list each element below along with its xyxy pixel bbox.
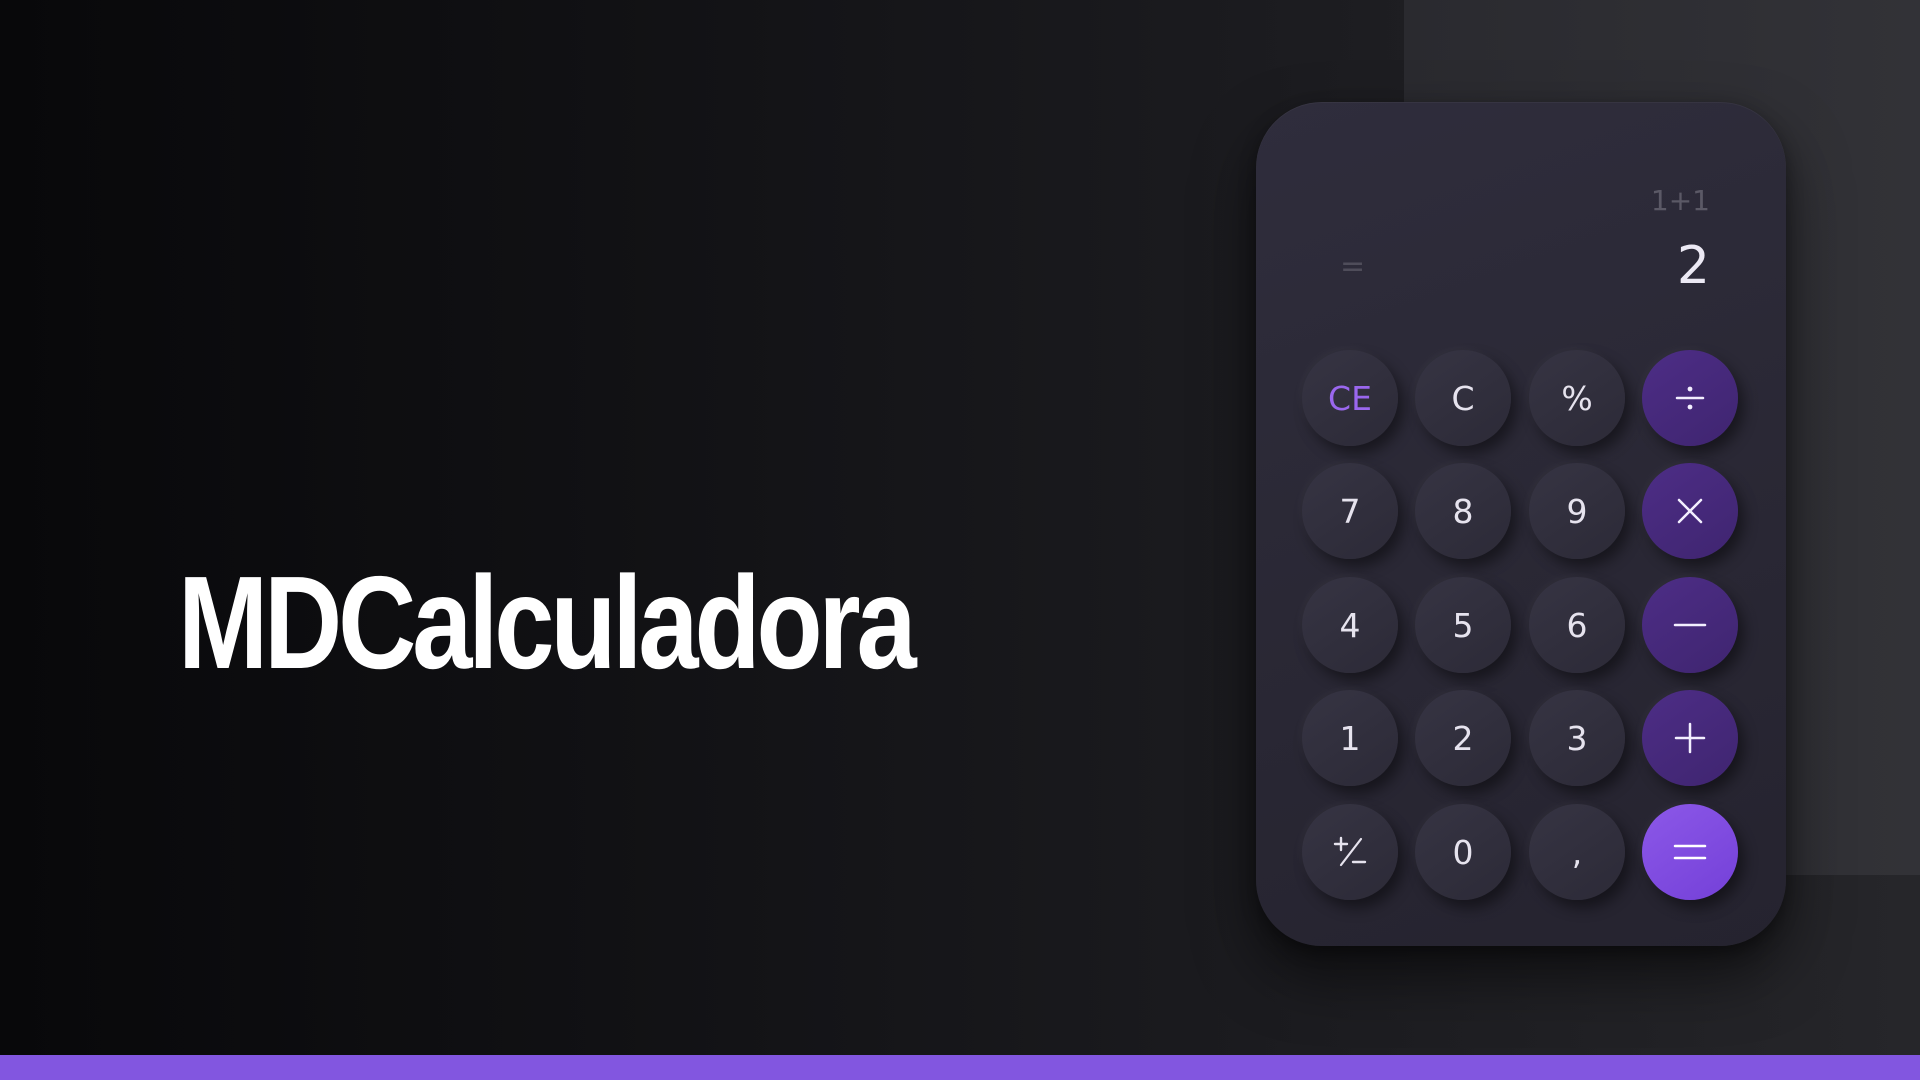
expression-display: 1+1: [1650, 184, 1710, 217]
divide-icon: [1675, 386, 1705, 410]
digit-3-button[interactable]: 3: [1529, 690, 1625, 786]
equals-button[interactable]: [1642, 804, 1738, 900]
multiply-icon: [1677, 498, 1703, 524]
digit-8-button[interactable]: 8: [1415, 463, 1511, 559]
decimal-button[interactable]: ,: [1529, 804, 1625, 900]
plus-button[interactable]: [1642, 690, 1738, 786]
digit-7-button[interactable]: 7: [1302, 463, 1398, 559]
digit-9-button[interactable]: 9: [1529, 463, 1625, 559]
digit-5-button[interactable]: 5: [1415, 577, 1511, 673]
minus-icon: [1673, 623, 1707, 627]
plus-icon: [1674, 722, 1706, 754]
digit-2-button[interactable]: 2: [1415, 690, 1511, 786]
digit-1-button[interactable]: 1: [1302, 690, 1398, 786]
multiply-button[interactable]: [1642, 463, 1738, 559]
calculator: 1+1 = 2 CE C % 7 8 9 4 5 6 1 2 3 0 ,: [1256, 102, 1786, 946]
digit-4-button[interactable]: 4: [1302, 577, 1398, 673]
digit-6-button[interactable]: 6: [1529, 577, 1625, 673]
percent-button[interactable]: %: [1529, 350, 1625, 446]
equals-indicator: =: [1340, 249, 1366, 284]
accent-bar: [0, 1055, 1920, 1080]
digit-0-button[interactable]: 0: [1415, 804, 1511, 900]
ce-button[interactable]: CE: [1302, 350, 1398, 446]
app-title: MDCalculadora: [178, 549, 917, 696]
plus-minus-button[interactable]: [1302, 804, 1398, 900]
divide-button[interactable]: [1642, 350, 1738, 446]
equals-icon: [1673, 844, 1707, 860]
minus-button[interactable]: [1642, 577, 1738, 673]
result-display: 2: [1676, 236, 1710, 296]
clear-button[interactable]: C: [1415, 350, 1511, 446]
plus-minus-icon: [1333, 836, 1367, 867]
